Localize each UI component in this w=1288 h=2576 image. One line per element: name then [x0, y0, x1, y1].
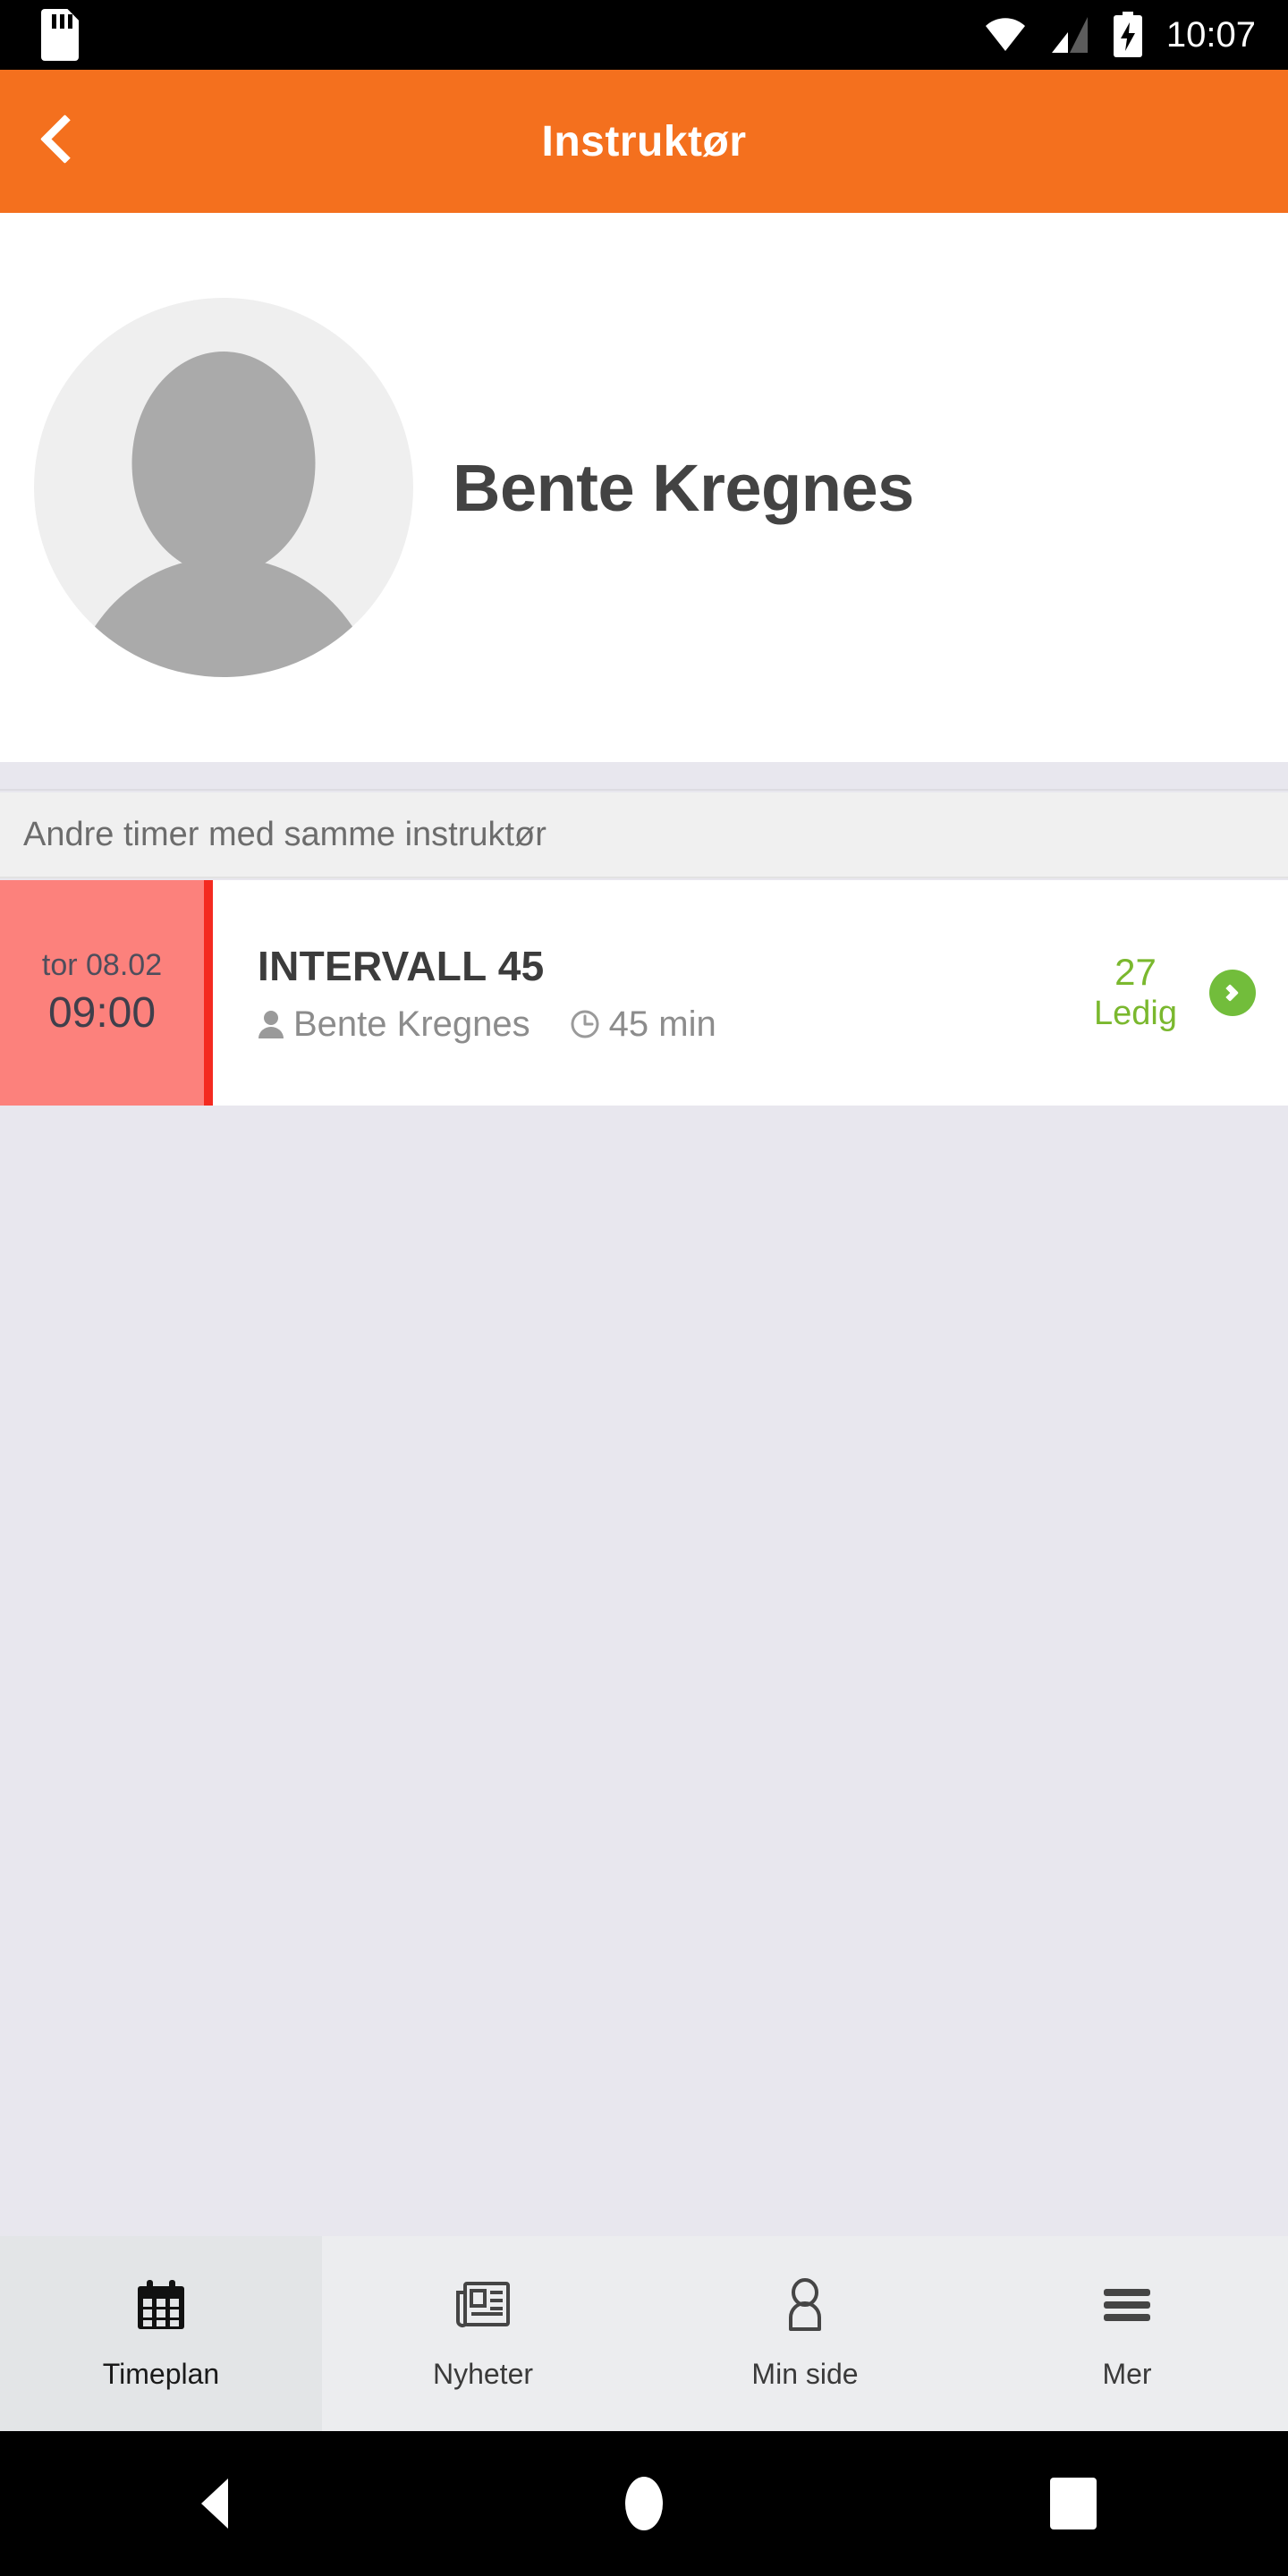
person-icon — [258, 1008, 284, 1040]
list-item[interactable]: tor 08.02 09:00 INTERVALL 45 Bente Kregn… — [0, 880, 1288, 1106]
content-background — [0, 1106, 1288, 2236]
section-header-label: Andre timer med samme instruktør — [23, 815, 547, 853]
class-date: tor 08.02 — [41, 948, 163, 982]
android-navigation-bar — [0, 2431, 1288, 2576]
nav-item-timeplan[interactable]: Timeplan — [0, 2236, 322, 2431]
bottom-navigation: Timeplan Nyheter Min side Mer — [0, 2236, 1288, 2431]
class-meta: Bente Kregnes 45 min — [258, 1004, 1011, 1045]
newspaper-icon — [456, 2277, 510, 2333]
availability-label: Ledig — [1094, 995, 1177, 1032]
status-bar-clock: 10:07 — [1165, 15, 1256, 55]
section-divider — [0, 762, 1288, 791]
android-back-button[interactable] — [125, 2431, 304, 2576]
section-header: Andre timer med samme instruktør — [0, 792, 1288, 878]
app-screen: 10:07 Instruktør Bente Kregnes Andre tim… — [0, 0, 1288, 2576]
nav-item-nyheter[interactable]: Nyheter — [322, 2236, 644, 2431]
nav-label-min-side: Min side — [751, 2357, 859, 2390]
page-title: Instruktør — [541, 117, 747, 165]
calendar-icon — [136, 2277, 186, 2333]
android-back-icon — [201, 2479, 228, 2529]
chevron-left-icon — [40, 116, 67, 166]
class-instructor: Bente Kregnes — [258, 1004, 530, 1045]
person-avatar-placeholder-icon — [34, 298, 413, 677]
chevron-right-circle-icon[interactable] — [1209, 970, 1256, 1016]
nav-label-timeplan: Timeplan — [102, 2357, 220, 2390]
instructor-name: Bente Kregnes — [453, 450, 914, 525]
android-home-button[interactable] — [555, 2431, 733, 2576]
back-button[interactable] — [0, 70, 107, 213]
class-time: 09:00 — [47, 989, 157, 1037]
class-title: INTERVALL 45 — [258, 942, 545, 989]
availability-badge: 27 Ledig — [1094, 952, 1177, 1034]
class-datetime-block: tor 08.02 09:00 — [0, 880, 213, 1106]
class-duration-value: 45 min — [608, 1004, 716, 1044]
android-home-icon — [625, 2477, 663, 2530]
nav-item-min-side[interactable]: Min side — [644, 2236, 966, 2431]
availability-count: 27 — [1114, 951, 1157, 993]
sd-card-icon — [41, 9, 79, 61]
android-recents-button[interactable] — [984, 2431, 1163, 2576]
nav-label-mer: Mer — [1102, 2357, 1152, 2390]
battery-charging-icon — [1113, 12, 1143, 58]
android-recents-icon — [1050, 2478, 1097, 2529]
app-bar: Instruktør — [0, 70, 1288, 213]
hamburger-menu-icon — [1103, 2277, 1151, 2333]
class-availability: 27 Ledig — [1011, 880, 1288, 1106]
nav-label-nyheter: Nyheter — [432, 2357, 534, 2390]
wifi-icon — [984, 17, 1027, 53]
status-bar-right: 10:07 — [984, 12, 1288, 58]
person-outline-icon — [783, 2277, 827, 2333]
clock-icon — [570, 1009, 600, 1039]
class-duration: 45 min — [570, 1004, 716, 1045]
class-instructor-name: Bente Kregnes — [293, 1004, 530, 1044]
class-list: tor 08.02 09:00 INTERVALL 45 Bente Kregn… — [0, 880, 1288, 1106]
instructor-profile: Bente Kregnes — [0, 213, 1288, 762]
nav-item-mer[interactable]: Mer — [966, 2236, 1288, 2431]
status-bar-left — [0, 9, 984, 61]
status-bar: 10:07 — [0, 0, 1288, 70]
class-info: INTERVALL 45 Bente Kregnes 45 min — [213, 880, 1011, 1106]
cellular-signal-icon — [1050, 16, 1089, 54]
